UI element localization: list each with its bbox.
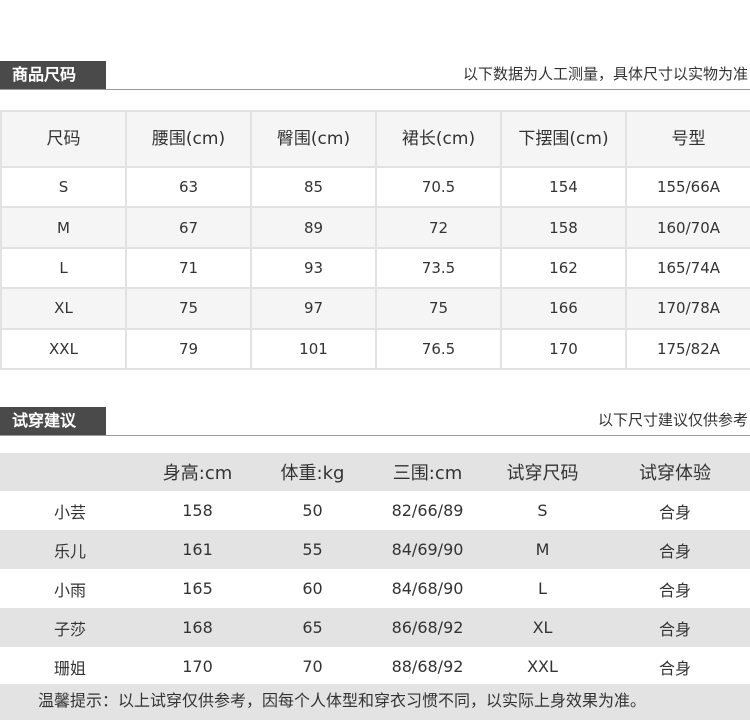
try-cell: 84/68/90 [370,569,485,608]
size-cell: 154 [500,165,627,209]
size-cell: 155/66A [625,165,750,209]
table-row: L 71 93 73.5 162 165/74A [0,246,750,290]
try-section-tag: 试穿建议 [0,407,106,435]
try-cell: 55 [255,530,370,569]
try-cell: 50 [255,491,370,530]
size-header-cell: 裙长(cm) [375,110,502,168]
size-header-cell: 臀围(cm) [250,110,377,168]
size-header-cell: 腰围(cm) [125,110,252,168]
size-cell: 165/74A [625,246,750,290]
try-cell: 84/69/90 [370,530,485,569]
try-cell: 乐儿 [0,530,140,569]
size-cell: 75 [375,287,502,330]
try-cell: 161 [140,530,255,569]
try-cell: 65 [255,608,370,647]
size-cell: 73.5 [375,246,502,290]
try-header-cell [0,453,140,491]
try-cell: 165 [140,569,255,608]
size-cell: 160/70A [625,206,750,249]
try-cell: 88/68/92 [370,647,485,686]
size-cell: 63 [125,165,252,209]
size-header-cell: 下摆围(cm) [500,110,627,168]
size-cell: 79 [125,327,252,371]
size-cell: 162 [500,246,627,290]
try-cell: 82/66/89 [370,491,485,530]
try-section-header: 试穿建议 以下尺寸建议仅供参考 [0,407,750,436]
size-cell: 175/82A [625,327,750,371]
size-cell: 101 [250,327,377,371]
size-cell: 72 [375,206,502,249]
size-cell: 166 [500,287,627,330]
try-header-cell: 身高:cm [140,453,255,491]
try-cell: 70 [255,647,370,686]
table-row: M 67 89 72 158 160/70A [0,206,750,249]
size-table: 尺码 腰围(cm) 臀围(cm) 裙长(cm) 下摆围(cm) 号型 S 63 … [0,110,750,371]
size-cell: 71 [125,246,252,290]
try-table-header-row: 身高:cm 体重:kg 三围:cm 试穿尺码 试穿体验 [0,453,750,491]
try-cell: 子莎 [0,608,140,647]
size-cell: 67 [125,206,252,249]
try-cell: L [485,569,600,608]
try-cell: 合身 [600,530,750,569]
try-cell: 合身 [600,491,750,530]
try-cell: 86/68/92 [370,608,485,647]
table-row: XXL 79 101 76.5 170 175/82A [0,327,750,371]
try-cell: 合身 [600,647,750,686]
try-cell: XXL [485,647,600,686]
size-cell: 97 [250,287,377,330]
size-section-tag: 商品尺码 [0,61,106,89]
footnote: 温馨提示：以上试穿仅供参考，因每个人体型和穿衣习惯不同，以实际上身效果为准。 [0,684,750,720]
table-row: 小雨 165 60 84/68/90 L 合身 [0,569,750,608]
try-cell: 合身 [600,608,750,647]
size-header-cell: 号型 [625,110,750,168]
try-cell: 合身 [600,569,750,608]
size-section-note: 以下数据为人工测量，具体尺寸以实物为准 [462,65,748,83]
size-cell: XL [0,287,127,330]
try-cell: S [485,491,600,530]
size-cell: 70.5 [375,165,502,209]
try-cell: XL [485,608,600,647]
try-cell: 158 [140,491,255,530]
try-on-table: 身高:cm 体重:kg 三围:cm 试穿尺码 试穿体验 小芸 158 50 82… [0,453,750,686]
table-row: 小芸 158 50 82/66/89 S 合身 [0,491,750,530]
size-cell: 158 [500,206,627,249]
try-cell: 170 [140,647,255,686]
size-cell: 89 [250,206,377,249]
size-cell: 170/78A [625,287,750,330]
try-cell: 小芸 [0,491,140,530]
table-row: S 63 85 70.5 154 155/66A [0,165,750,209]
try-header-cell: 试穿体验 [600,453,750,491]
size-header-cell: 尺码 [0,110,127,168]
size-cell: 170 [500,327,627,371]
size-cell: 75 [125,287,252,330]
try-header-cell: 试穿尺码 [485,453,600,491]
try-cell: 小雨 [0,569,140,608]
size-section-header: 商品尺码 以下数据为人工测量，具体尺寸以实物为准 [0,61,750,90]
size-cell: 85 [250,165,377,209]
try-cell: M [485,530,600,569]
table-row: 子莎 168 65 86/68/92 XL 合身 [0,608,750,647]
table-row: 珊姐 170 70 88/68/92 XXL 合身 [0,647,750,686]
size-table-header-row: 尺码 腰围(cm) 臀围(cm) 裙长(cm) 下摆围(cm) 号型 [0,110,750,168]
table-row: XL 75 97 75 166 170/78A [0,287,750,330]
size-cell: L [0,246,127,290]
size-cell: XXL [0,327,127,371]
try-cell: 珊姐 [0,647,140,686]
size-cell: 93 [250,246,377,290]
try-cell: 60 [255,569,370,608]
try-header-cell: 三围:cm [370,453,485,491]
size-cell: S [0,165,127,209]
try-header-cell: 体重:kg [255,453,370,491]
try-section-note: 以下尺寸建议仅供参考 [597,411,748,429]
size-cell: 76.5 [375,327,502,371]
table-row: 乐儿 161 55 84/69/90 M 合身 [0,530,750,569]
try-cell: 168 [140,608,255,647]
size-cell: M [0,206,127,249]
